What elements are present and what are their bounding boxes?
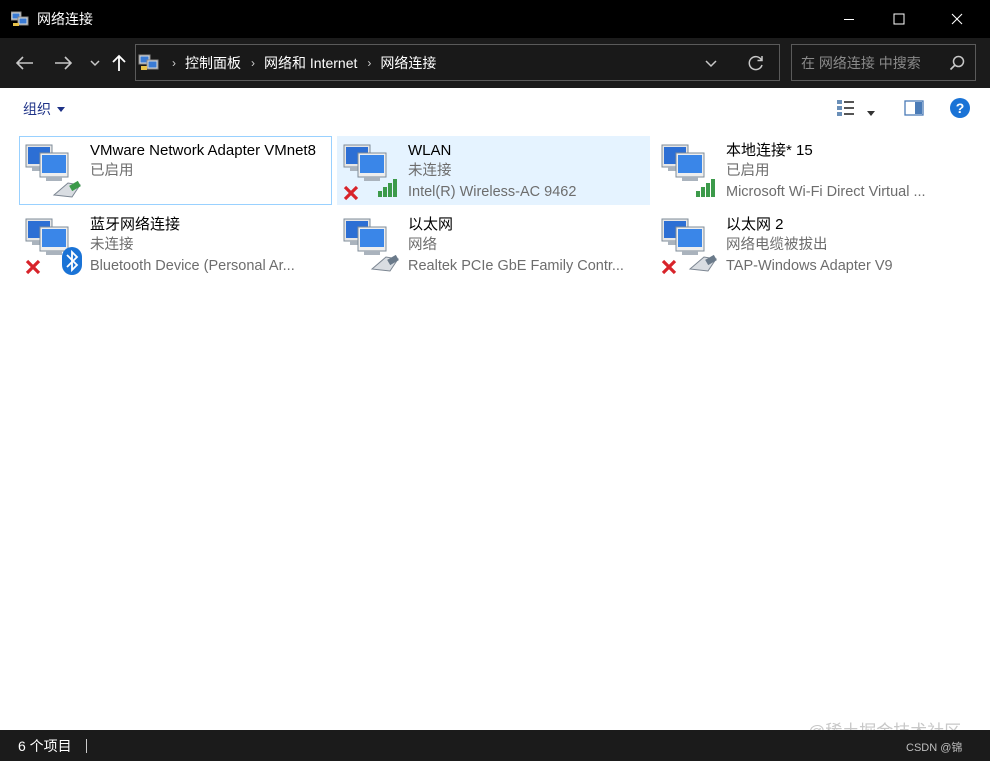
network-connections-icon (10, 11, 29, 27)
address-bar[interactable]: › 控制面板 › 网络和 Internet › 网络连接 (135, 44, 780, 81)
connection-name: 蓝牙网络连接 (90, 216, 181, 233)
help-icon: ? (950, 98, 970, 118)
connection-item-vmnet8[interactable]: VMware Network Adapter VMnet8 已启用 (19, 136, 332, 205)
connection-name: 以太网 (408, 216, 454, 233)
help-button[interactable]: ? (949, 97, 971, 118)
refresh-button[interactable] (746, 53, 766, 73)
control-panel-icon (138, 54, 160, 72)
details-view-icon (837, 100, 854, 116)
ethernet-adapter-icon (24, 141, 86, 203)
connection-device: Microsoft Wi-Fi Direct Virtual ... (726, 184, 926, 200)
svg-text:?: ? (956, 100, 965, 116)
connection-device: Realtek PCIe GbE Family Contr... (408, 258, 624, 274)
up-button[interactable] (107, 51, 131, 75)
connection-name: WLAN (408, 142, 452, 159)
minimize-button[interactable] (826, 0, 872, 38)
wireless-adapter-icon (660, 141, 722, 203)
preview-pane-icon (904, 100, 924, 116)
caret-down-icon (57, 106, 65, 112)
forward-button[interactable] (51, 51, 75, 75)
chevron-down-icon (705, 60, 717, 68)
connection-status: 已启用 (90, 163, 134, 179)
connection-name: 以太网 2 (726, 216, 784, 233)
caret-down-icon (867, 111, 875, 116)
connection-device: Bluetooth Device (Personal Ar... (90, 258, 295, 274)
breadcrumb-network-internet[interactable]: 网络和 Internet (264, 53, 357, 73)
breadcrumb-chevron-icon: › (172, 55, 176, 70)
title-bar: 网络连接 (0, 0, 990, 38)
item-count: 6 个项目 (18, 737, 72, 754)
bluetooth-adapter-icon (24, 215, 86, 277)
connection-item-ethernet-2[interactable]: 以太网 2 网络电缆被拔出 TAP-Windows Adapter V9 (655, 210, 968, 279)
connection-item-bluetooth[interactable]: 蓝牙网络连接 未连接 Bluetooth Device (Personal Ar… (19, 210, 332, 279)
breadcrumb-control-panel[interactable]: 控制面板 (185, 53, 241, 73)
status-bar: 6 个项目 (0, 730, 990, 761)
connection-device: Intel(R) Wireless-AC 9462 (408, 184, 577, 200)
search-input[interactable] (801, 54, 951, 71)
connection-status: 网络电缆被拔出 (726, 237, 828, 253)
command-bar: 组织 ? (0, 88, 990, 130)
organize-menu-button[interactable]: 组织 (23, 99, 65, 119)
organize-label: 组织 (23, 101, 51, 117)
connections-view: VMware Network Adapter VMnet8 已启用 WLAN 未… (0, 130, 990, 730)
status-divider (85, 738, 87, 753)
arrow-up-icon (112, 54, 126, 71)
arrow-right-icon (55, 56, 72, 70)
window-title: 网络连接 (37, 11, 93, 27)
wireless-adapter-icon (342, 141, 404, 203)
connection-device: TAP-Windows Adapter V9 (726, 258, 893, 274)
close-button[interactable] (934, 0, 980, 38)
arrow-left-icon (16, 56, 33, 70)
change-view-button[interactable] (836, 98, 856, 118)
preview-pane-button[interactable] (904, 98, 924, 118)
breadcrumb-chevron-icon[interactable]: › (251, 56, 255, 70)
connection-status: 已启用 (726, 163, 770, 179)
connection-status: 网络 (408, 237, 437, 253)
connection-name: VMware Network Adapter VMnet8 (90, 142, 316, 159)
address-dropdown-button[interactable] (701, 54, 721, 72)
search-icon (949, 55, 965, 71)
refresh-icon (748, 55, 763, 71)
connection-item-local-15[interactable]: 本地连接* 15 已启用 Microsoft Wi-Fi Direct Virt… (655, 136, 968, 205)
watermark-text-small: CSDN @锦 (906, 742, 963, 754)
breadcrumb-chevron-icon[interactable]: › (367, 56, 371, 70)
ethernet-adapter-icon (660, 215, 722, 277)
connection-name: 本地连接* 15 (726, 142, 813, 159)
ethernet-adapter-icon (342, 215, 404, 277)
connection-item-ethernet[interactable]: 以太网 网络 Realtek PCIe GbE Family Contr... (337, 210, 650, 279)
recent-locations-button[interactable] (83, 51, 107, 75)
connection-status: 未连接 (408, 163, 452, 179)
chevron-down-icon (90, 60, 100, 67)
back-button[interactable] (13, 51, 37, 75)
breadcrumb-network-connections[interactable]: 网络连接 (380, 53, 436, 73)
search-box[interactable] (791, 44, 976, 81)
maximize-button[interactable] (876, 0, 922, 38)
navigation-bar: › 控制面板 › 网络和 Internet › 网络连接 (0, 38, 990, 88)
connection-status: 未连接 (90, 237, 134, 253)
connection-item-wlan[interactable]: WLAN 未连接 Intel(R) Wireless-AC 9462 (337, 136, 650, 205)
view-options-dropdown[interactable] (866, 104, 876, 124)
